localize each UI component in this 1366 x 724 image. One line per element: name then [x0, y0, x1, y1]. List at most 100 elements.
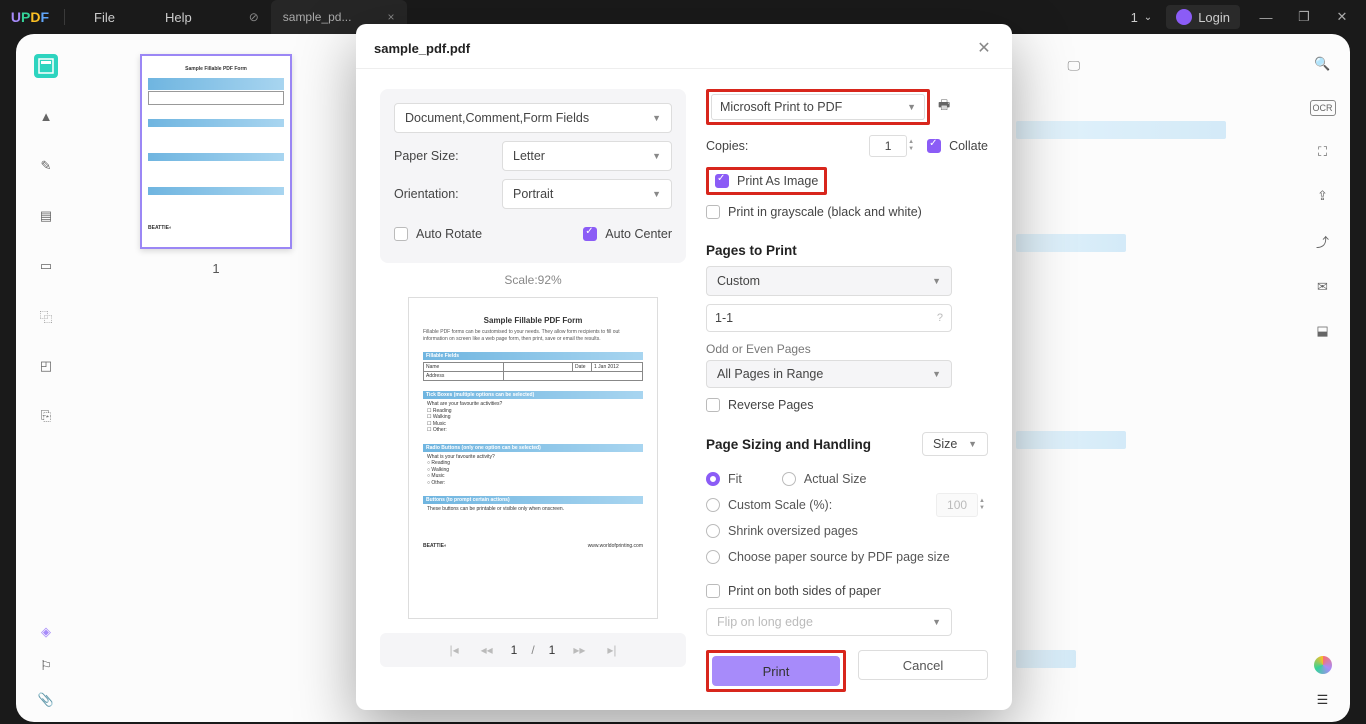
flip-select[interactable]: Flip on long edge▼: [706, 608, 952, 636]
page-range-input[interactable]: 1-1?: [706, 304, 952, 332]
thumbnails-icon[interactable]: [34, 54, 58, 78]
collate-checkbox[interactable]: Collate: [927, 139, 988, 153]
bookmark-icon[interactable]: ⚐: [40, 658, 52, 674]
preview-sec3: Radio Buttons (only one option can be se…: [423, 444, 643, 452]
both-sides-label: Print on both sides of paper: [728, 584, 881, 598]
reverse-pages-label: Reverse Pages: [728, 398, 813, 412]
dialog-title: sample_pdf.pdf: [374, 41, 470, 56]
cancel-button[interactable]: Cancel: [858, 650, 988, 680]
prev-page-icon[interactable]: ◂◂: [477, 641, 497, 659]
pages-mode-select[interactable]: Custom▼: [706, 266, 952, 296]
copies-input[interactable]: [869, 135, 907, 157]
grayscale-label: Print in grayscale (black and white): [728, 205, 922, 219]
pages-mode-value: Custom: [717, 274, 760, 288]
size-value: Size: [933, 437, 957, 451]
app-logo: UPDF: [0, 9, 60, 25]
scale-up[interactable]: ▲: [976, 498, 988, 505]
shrink-label: Shrink oversized pages: [728, 524, 858, 538]
reverse-pages-checkbox[interactable]: Reverse Pages: [706, 398, 988, 412]
collate-label: Collate: [949, 139, 988, 153]
attachment-icon[interactable]: 📎: [38, 692, 54, 708]
auto-center-checkbox[interactable]: Auto Center: [583, 227, 672, 241]
last-page-icon[interactable]: ▸|: [603, 641, 620, 659]
custom-scale-radio[interactable]: Custom Scale (%):: [706, 498, 832, 512]
printer-select[interactable]: Microsoft Print to PDF▼: [711, 94, 925, 120]
save-icon[interactable]: ⬓: [1316, 323, 1328, 339]
login-label: Login: [1198, 10, 1230, 25]
copies-up[interactable]: ▲: [905, 139, 917, 146]
close-icon[interactable]: ×: [387, 10, 394, 24]
crop-icon[interactable]: ◰: [34, 354, 58, 378]
pages-to-print-title: Pages to Print: [706, 243, 988, 258]
content-select[interactable]: Document,Comment,Form Fields▼: [394, 103, 672, 133]
chevron-down-icon[interactable]: ⌄: [1144, 12, 1152, 23]
share-icon[interactable]: ⤴: [1316, 232, 1329, 251]
display-icon[interactable]: 🖵: [1067, 58, 1080, 74]
actual-size-radio[interactable]: Actual Size: [782, 472, 867, 486]
minimize-icon[interactable]: —: [1254, 5, 1278, 29]
copy-icon[interactable]: ⿻: [34, 304, 58, 328]
ai-icon[interactable]: [1314, 656, 1332, 674]
close-window-icon[interactable]: ✕: [1330, 5, 1354, 29]
content-select-value: Document,Comment,Form Fields: [405, 111, 589, 125]
page-current[interactable]: 1: [511, 643, 518, 657]
tab-label: sample_pd...: [283, 10, 352, 24]
preview-subtitle: Fillable PDF forms can be customised to …: [423, 329, 643, 342]
extract-icon[interactable]: ⎘: [34, 404, 58, 428]
text-edit-icon[interactable]: ✎: [34, 154, 58, 178]
ocr-icon[interactable]: OCR: [1310, 100, 1336, 116]
choose-source-radio[interactable]: Choose paper source by PDF page size: [706, 550, 988, 564]
flip-value: Flip on long edge: [717, 615, 813, 629]
tab-home[interactable]: ⊘: [237, 0, 271, 34]
preview-pager: |◂ ◂◂ 1 / 1 ▸▸ ▸|: [380, 633, 686, 667]
mail-icon[interactable]: ✉: [1317, 279, 1328, 295]
form-icon[interactable]: ▭: [34, 254, 58, 278]
preview-title: Sample Fillable PDF Form: [423, 316, 643, 325]
highlight-print-image: Print As Image: [706, 167, 827, 195]
fit-label: Fit: [728, 472, 742, 486]
highlighter-icon[interactable]: ▲: [34, 104, 58, 128]
grayscale-checkbox[interactable]: Print in grayscale (black and white): [706, 205, 988, 219]
auto-rotate-checkbox[interactable]: Auto Rotate: [394, 227, 482, 241]
paper-size-select[interactable]: Letter▼: [502, 141, 672, 171]
shrink-radio[interactable]: Shrink oversized pages: [706, 524, 988, 538]
layers-icon[interactable]: ◈: [41, 624, 51, 640]
both-sides-checkbox[interactable]: Print on both sides of paper: [706, 584, 988, 598]
orientation-value: Portrait: [513, 187, 553, 201]
sizing-title: Page Sizing and Handling: [706, 437, 871, 452]
page-range-value: 1-1: [715, 311, 733, 325]
settings-icon[interactable]: ☰: [1317, 692, 1329, 708]
thumbnail-number: 1: [86, 261, 346, 276]
odd-even-select[interactable]: All Pages in Range▼: [706, 360, 952, 388]
circle-slash-icon: ⊘: [249, 10, 259, 24]
size-select[interactable]: Size▼: [922, 432, 988, 456]
print-as-image-checkbox[interactable]: Print As Image: [711, 172, 822, 190]
print-button[interactable]: Print: [712, 656, 840, 686]
close-icon[interactable]: ✕: [974, 38, 994, 58]
notif-count: 1: [1131, 10, 1138, 25]
actual-size-label: Actual Size: [804, 472, 867, 486]
help-icon[interactable]: ?: [937, 312, 943, 324]
thumbnail-panel: Sample Fillable PDF Form BEATTIE◐ 1: [86, 54, 346, 276]
copies-down[interactable]: ▼: [905, 146, 917, 153]
avatar-icon: [1176, 9, 1192, 25]
orientation-select[interactable]: Portrait▼: [502, 179, 672, 209]
page-thumbnail[interactable]: Sample Fillable PDF Form BEATTIE◐: [140, 54, 292, 249]
login-button[interactable]: Login: [1166, 5, 1240, 29]
print-settings-icon[interactable]: 🖶: [938, 96, 950, 118]
first-page-icon[interactable]: |◂: [445, 641, 462, 659]
auto-center-label: Auto Center: [605, 227, 672, 241]
next-page-icon[interactable]: ▸▸: [569, 641, 589, 659]
maximize-icon[interactable]: ❐: [1292, 5, 1316, 29]
export-icon[interactable]: ⇪: [1317, 188, 1328, 204]
fit-radio[interactable]: Fit: [706, 472, 742, 486]
custom-scale-input[interactable]: [936, 493, 978, 517]
preview-sec1: Fillable Fields: [423, 352, 643, 360]
snapshot-icon[interactable]: ⛶: [1318, 144, 1327, 160]
bookmark-list-icon[interactable]: ▤: [34, 204, 58, 228]
menu-file[interactable]: File: [69, 0, 140, 34]
scale-down[interactable]: ▼: [976, 505, 988, 512]
preview-sec2: Tick Boxes (multiple options can be sele…: [423, 391, 643, 399]
menu-help[interactable]: Help: [140, 0, 217, 34]
search-icon[interactable]: 🔍: [1314, 56, 1330, 72]
